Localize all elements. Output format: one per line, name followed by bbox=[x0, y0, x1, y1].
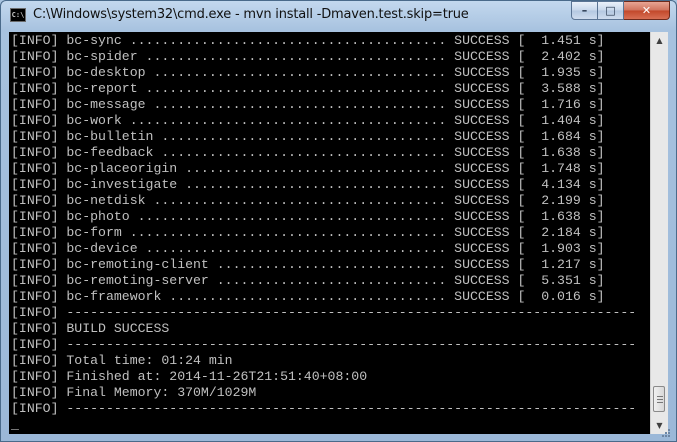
console-line: [INFO] bc-desktop ......................… bbox=[11, 65, 605, 80]
console-line: [INFO] bc-netdisk ......................… bbox=[11, 193, 605, 208]
maximize-button[interactable]: □ bbox=[598, 1, 624, 20]
close-icon: ✕ bbox=[641, 4, 652, 17]
console-line: [INFO] bc-feedback .....................… bbox=[11, 145, 605, 160]
maximize-icon: □ bbox=[605, 4, 616, 17]
console-line: [INFO] bc-bulletin .....................… bbox=[11, 129, 605, 144]
console-output[interactable]: [INFO] bc-sync .........................… bbox=[9, 32, 650, 434]
resize-grip-icon[interactable] bbox=[662, 429, 670, 437]
console-line: [INFO] bc-remoting-client ..............… bbox=[11, 257, 605, 272]
console-line: [INFO] ---------------------------------… bbox=[11, 337, 637, 352]
console-line: [INFO] bc-placeorigin ..................… bbox=[11, 161, 605, 176]
console-line: [INFO] bc-message ......................… bbox=[11, 97, 605, 112]
console-line: [INFO] bc-investigate ..................… bbox=[11, 177, 605, 192]
window-bottom-border bbox=[9, 434, 668, 438]
scrollbar-thumb[interactable] bbox=[653, 386, 665, 412]
console-line: [INFO] bc-spider .......................… bbox=[11, 49, 605, 64]
console-line: [INFO] Final Memory: 370M/1029M bbox=[11, 385, 257, 400]
console-line: [INFO] ---------------------------------… bbox=[11, 305, 637, 320]
console-line: [INFO] BUILD SUCCESS bbox=[11, 321, 170, 336]
console-line: [INFO] bc-photo ........................… bbox=[11, 209, 605, 224]
vertical-scrollbar[interactable]: ▲ ▼ bbox=[650, 32, 668, 434]
close-button[interactable]: ✕ bbox=[624, 1, 670, 20]
console-line: [INFO] bc-form .........................… bbox=[11, 225, 605, 240]
cmd-window: C:\ C:\Windows\system32\cmd.exe - mvn in… bbox=[0, 0, 677, 442]
console-line: [INFO] bc-device .......................… bbox=[11, 241, 605, 256]
cmd-app-icon[interactable]: C:\ bbox=[10, 8, 26, 22]
console-line: [INFO] ---------------------------------… bbox=[11, 401, 637, 416]
title-bar[interactable]: C:\ C:\Windows\system32\cmd.exe - mvn in… bbox=[1, 1, 676, 31]
window-title: C:\Windows\system32\cmd.exe - mvn instal… bbox=[33, 7, 469, 22]
console-line: [INFO] bc-report .......................… bbox=[11, 81, 605, 96]
console-line: [INFO] bc-work .........................… bbox=[11, 113, 605, 128]
console-line: [INFO] bc-sync .........................… bbox=[11, 33, 605, 48]
minimize-icon: – bbox=[581, 4, 588, 17]
console-line: [INFO] bc-remoting-server ..............… bbox=[11, 273, 605, 288]
console-line: [INFO] bc-framework ....................… bbox=[11, 289, 605, 304]
console-line: _ bbox=[11, 417, 19, 432]
scroll-up-arrow-icon[interactable]: ▲ bbox=[651, 32, 668, 49]
console-line: [INFO] Finished at: 2014-11-26T21:51:40+… bbox=[11, 369, 368, 384]
minimize-button[interactable]: – bbox=[571, 1, 598, 20]
caption-buttons: – □ ✕ bbox=[571, 1, 670, 21]
console-line: [INFO] Total time: 01:24 min bbox=[11, 353, 233, 368]
